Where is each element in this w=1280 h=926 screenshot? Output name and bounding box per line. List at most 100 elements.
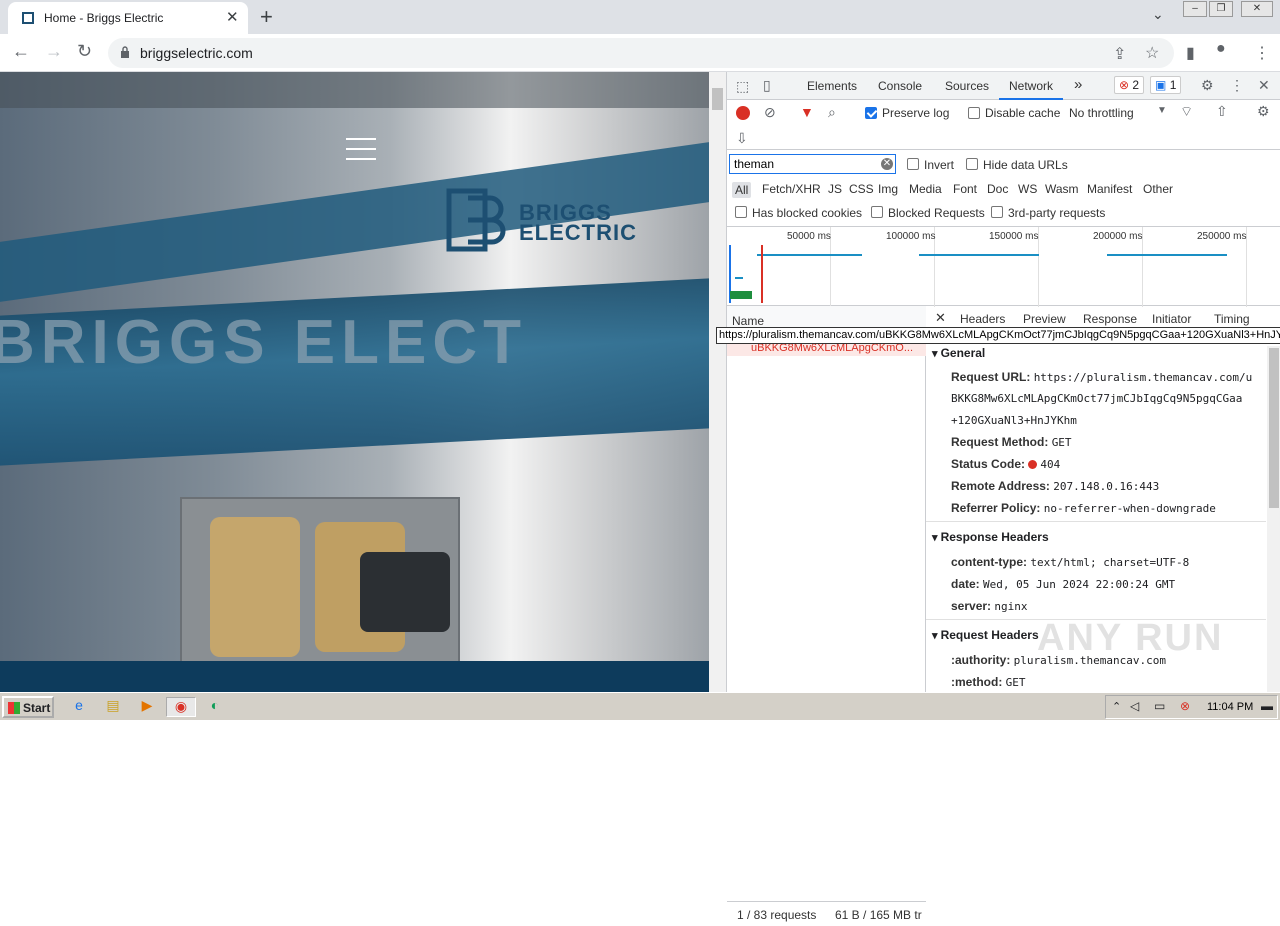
scrollbar-thumb[interactable] (712, 88, 723, 110)
errors-badge[interactable]: ⊗ 2 (1114, 76, 1145, 94)
new-tab-button[interactable]: + (260, 4, 273, 30)
forward-arrow-icon[interactable]: → (45, 41, 63, 62)
general-section-header[interactable]: General (932, 346, 986, 360)
close-window-button[interactable]: ✕ (1241, 1, 1273, 17)
url-text: briggselectric.com (140, 45, 253, 61)
tab-timing[interactable]: Timing (1214, 312, 1250, 326)
filter-type-css[interactable]: CSS (849, 182, 874, 196)
method-row: :method: GET (951, 675, 1026, 689)
more-tabs-icon[interactable]: » (1074, 76, 1082, 93)
chrome-taskbar-icon[interactable]: ◉ (166, 697, 196, 717)
back-arrow-icon[interactable]: ← (12, 41, 30, 62)
filter-type-ws[interactable]: WS (1018, 182, 1037, 196)
export-har-icon[interactable]: ⇩ (736, 130, 748, 147)
tray-expand-icon[interactable]: ⌃ (1112, 700, 1121, 713)
internet-explorer-icon[interactable]: e (68, 697, 90, 717)
status-code-value: 404 (1040, 458, 1061, 471)
clear-filter-icon[interactable]: ✕ (881, 158, 893, 170)
tab-elements[interactable]: Elements (807, 79, 857, 93)
record-icon[interactable] (736, 106, 750, 120)
tab-headers[interactable]: Headers (960, 312, 1005, 326)
start-button[interactable]: Start (2, 696, 54, 718)
security-alert-icon[interactable]: ⊗ (1180, 699, 1190, 713)
tab-console[interactable]: Console (878, 79, 922, 93)
date-value: Wed, 05 Jun 2024 22:00:24 GMT (983, 578, 1176, 591)
show-desktop-icon[interactable]: ▬ (1261, 699, 1273, 713)
network-settings-gear-icon[interactable]: ⚙ (1257, 103, 1270, 120)
close-devtools-icon[interactable]: ✕ (1258, 77, 1270, 94)
tab-network[interactable]: Network (999, 79, 1064, 100)
disable-cache-checkbox[interactable] (968, 107, 980, 119)
blocked-requests-checkbox[interactable] (871, 206, 883, 218)
clear-icon[interactable]: ⊘ (764, 104, 776, 121)
network-toolbar: ⊘ ▼ ⌕ Preserve log Disable cache No thro… (727, 100, 1280, 150)
request-headers-section-header[interactable]: Request Headers (932, 628, 1039, 642)
tab-sources[interactable]: Sources (945, 79, 989, 93)
errors-count: 2 (1132, 78, 1140, 92)
hamburger-menu-icon[interactable] (346, 138, 376, 160)
filter-type-manifest[interactable]: Manifest (1087, 182, 1132, 196)
filter-input-field[interactable] (730, 155, 870, 173)
filter-type-js[interactable]: JS (828, 182, 842, 196)
filter-funnel-icon[interactable]: ▼ (800, 104, 814, 120)
filter-type-font[interactable]: Font (953, 182, 977, 196)
media-player-icon[interactable]: ▶ (136, 697, 158, 717)
filter-type-media[interactable]: Media (909, 182, 942, 196)
side-panel-icon[interactable]: ▮ (1186, 43, 1195, 63)
network-conditions-icon[interactable]: ⌔ (1180, 103, 1193, 121)
profile-avatar-icon[interactable]: ● (1216, 40, 1226, 58)
devtools-panel: ⬚ ▯ Elements Console Sources Network » ⊗… (716, 72, 1280, 922)
third-party-checkbox[interactable] (991, 206, 1003, 218)
invert-checkbox[interactable] (907, 158, 919, 170)
device-toolbar-icon[interactable]: ▯ (763, 77, 771, 94)
close-details-icon[interactable]: ✕ (935, 310, 946, 326)
preserve-log-checkbox[interactable] (865, 107, 877, 119)
inspect-element-icon[interactable]: ⬚ (736, 78, 749, 95)
tab-response[interactable]: Response (1083, 312, 1137, 326)
file-explorer-icon[interactable]: ▤ (102, 697, 124, 717)
request-count: 1 / 83 requests (737, 908, 817, 922)
edge-icon[interactable]: ◐ (204, 697, 226, 717)
hide-data-urls-checkbox[interactable] (966, 158, 978, 170)
tab-preview[interactable]: Preview (1023, 312, 1066, 326)
filter-type-fetch-xhr[interactable]: Fetch/XHR (762, 182, 821, 196)
restore-button[interactable]: ❐ (1209, 1, 1233, 17)
tab-search-chevron-icon[interactable]: ⌄ (1152, 6, 1164, 23)
has-blocked-cookies-checkbox[interactable] (735, 206, 747, 218)
filter-input[interactable]: ✕ (729, 154, 896, 174)
filter-type-img[interactable]: Img (878, 182, 898, 196)
chevron-down-icon[interactable]: ▼ (1157, 105, 1167, 116)
beam-lettering: BRIGGS ELECT (0, 308, 528, 377)
messages-badge[interactable]: ▣ 1 (1150, 76, 1182, 94)
throttling-select[interactable]: No throttling (1069, 106, 1134, 120)
devtools-menu-icon[interactable]: ⋮ (1230, 77, 1244, 94)
settings-gear-icon[interactable]: ⚙ (1201, 77, 1214, 94)
volume-icon[interactable]: ◁ (1130, 699, 1139, 713)
search-icon[interactable]: ⌕ (828, 104, 836, 121)
filter-type-other[interactable]: Other (1143, 182, 1173, 196)
request-list: Name uBKKG8Mw6XLcMLApgCKmO... 1 / 83 req… (727, 306, 926, 922)
address-bar[interactable]: briggselectric.com ⇪ ☆ (108, 38, 1174, 68)
response-headers-section-header[interactable]: Response Headers (932, 530, 1049, 544)
scrollbar-thumb[interactable] (1269, 348, 1279, 508)
bookmark-star-icon[interactable]: ☆ (1145, 43, 1159, 63)
network-overview-timeline[interactable]: 50000 ms 100000 ms 150000 ms 200000 ms 2… (727, 226, 1280, 307)
network-icon[interactable]: ▭ (1154, 699, 1165, 713)
filter-type-all[interactable]: All (732, 182, 752, 198)
tab-initiator[interactable]: Initiator (1152, 312, 1191, 326)
remote-address-value: 207.148.0.16:443 (1053, 480, 1160, 493)
tab-close-icon[interactable]: ✕ (226, 8, 239, 26)
network-status-bar: 1 / 83 requests 61 B / 165 MB tr (727, 901, 926, 926)
reload-icon[interactable]: ↻ (77, 41, 92, 62)
minimize-button[interactable]: – (1183, 1, 1207, 17)
details-scrollbar[interactable] (1267, 346, 1280, 692)
filter-type-doc[interactable]: Doc (987, 182, 1008, 196)
import-har-icon[interactable]: ⇧ (1216, 103, 1228, 120)
status-code-row: Status Code: 404 (951, 457, 1060, 471)
filter-type-wasm[interactable]: Wasm (1045, 182, 1079, 196)
share-icon[interactable]: ⇪ (1113, 44, 1126, 64)
page-header-band (0, 72, 709, 108)
chrome-menu-icon[interactable]: ⋮ (1254, 43, 1270, 63)
page-scrollbar[interactable] (709, 72, 726, 692)
browser-tab[interactable]: Home - Briggs Electric ✕ (8, 2, 248, 34)
